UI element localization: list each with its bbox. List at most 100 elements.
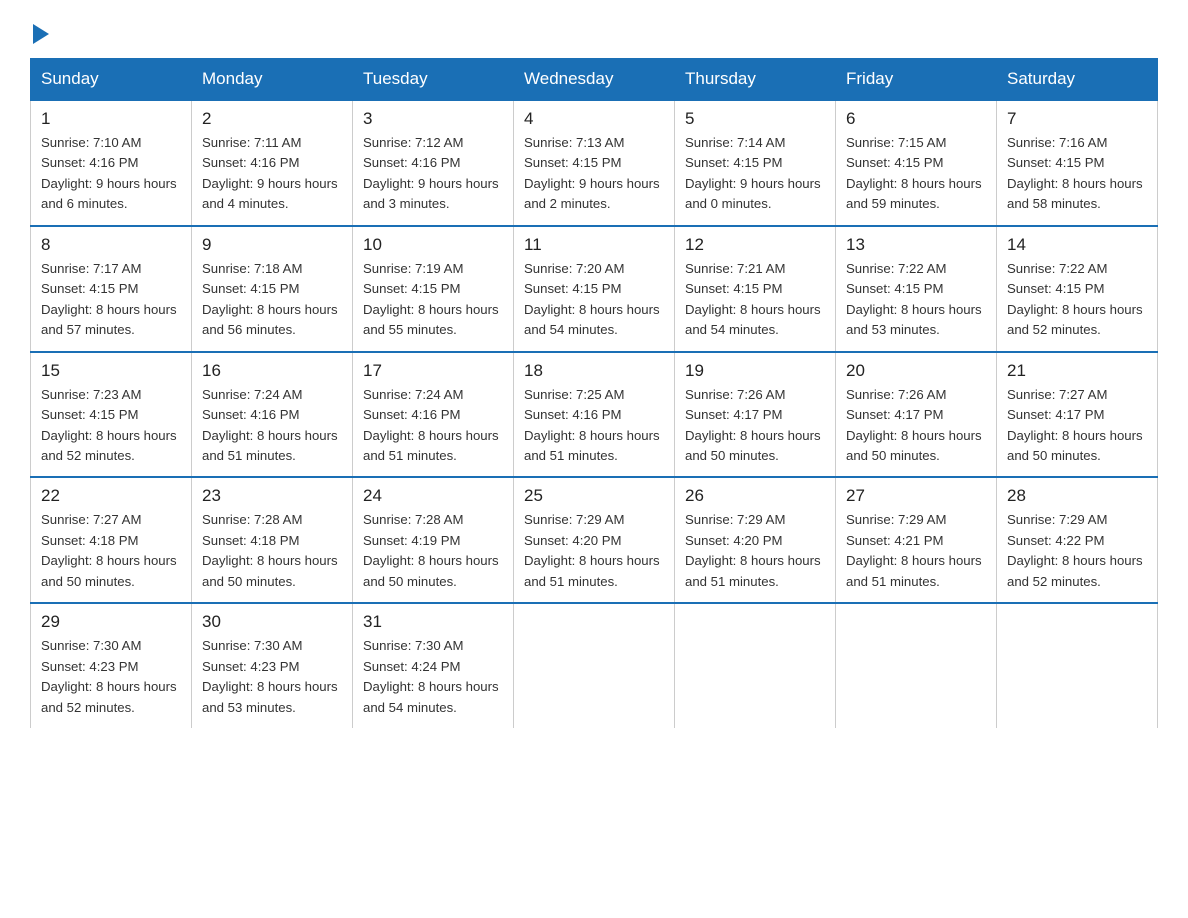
- day-info: Sunrise: 7:13 AMSunset: 4:15 PMDaylight:…: [524, 133, 664, 215]
- day-number: 3: [363, 109, 503, 129]
- day-info: Sunrise: 7:10 AMSunset: 4:16 PMDaylight:…: [41, 133, 181, 215]
- calendar-empty-cell: [675, 603, 836, 728]
- day-number: 30: [202, 612, 342, 632]
- day-info: Sunrise: 7:18 AMSunset: 4:15 PMDaylight:…: [202, 259, 342, 341]
- day-number: 11: [524, 235, 664, 255]
- day-number: 8: [41, 235, 181, 255]
- day-number: 18: [524, 361, 664, 381]
- calendar-day-cell: 8 Sunrise: 7:17 AMSunset: 4:15 PMDayligh…: [31, 226, 192, 352]
- day-info: Sunrise: 7:22 AMSunset: 4:15 PMDaylight:…: [1007, 259, 1147, 341]
- day-number: 1: [41, 109, 181, 129]
- weekday-header-monday: Monday: [192, 59, 353, 101]
- day-number: 28: [1007, 486, 1147, 506]
- day-info: Sunrise: 7:26 AMSunset: 4:17 PMDaylight:…: [846, 385, 986, 467]
- calendar-day-cell: 3 Sunrise: 7:12 AMSunset: 4:16 PMDayligh…: [353, 100, 514, 226]
- weekday-header-wednesday: Wednesday: [514, 59, 675, 101]
- calendar-day-cell: 23 Sunrise: 7:28 AMSunset: 4:18 PMDaylig…: [192, 477, 353, 603]
- day-info: Sunrise: 7:30 AMSunset: 4:23 PMDaylight:…: [41, 636, 181, 718]
- calendar-empty-cell: [514, 603, 675, 728]
- calendar-week-row: 29 Sunrise: 7:30 AMSunset: 4:23 PMDaylig…: [31, 603, 1158, 728]
- day-number: 26: [685, 486, 825, 506]
- calendar-day-cell: 31 Sunrise: 7:30 AMSunset: 4:24 PMDaylig…: [353, 603, 514, 728]
- calendar-day-cell: 26 Sunrise: 7:29 AMSunset: 4:20 PMDaylig…: [675, 477, 836, 603]
- calendar-day-cell: 18 Sunrise: 7:25 AMSunset: 4:16 PMDaylig…: [514, 352, 675, 478]
- day-number: 21: [1007, 361, 1147, 381]
- day-info: Sunrise: 7:28 AMSunset: 4:18 PMDaylight:…: [202, 510, 342, 592]
- calendar-day-cell: 16 Sunrise: 7:24 AMSunset: 4:16 PMDaylig…: [192, 352, 353, 478]
- day-number: 17: [363, 361, 503, 381]
- day-number: 24: [363, 486, 503, 506]
- calendar-week-row: 22 Sunrise: 7:27 AMSunset: 4:18 PMDaylig…: [31, 477, 1158, 603]
- day-info: Sunrise: 7:27 AMSunset: 4:17 PMDaylight:…: [1007, 385, 1147, 467]
- calendar-day-cell: 24 Sunrise: 7:28 AMSunset: 4:19 PMDaylig…: [353, 477, 514, 603]
- calendar-day-cell: 10 Sunrise: 7:19 AMSunset: 4:15 PMDaylig…: [353, 226, 514, 352]
- calendar-day-cell: 20 Sunrise: 7:26 AMSunset: 4:17 PMDaylig…: [836, 352, 997, 478]
- day-info: Sunrise: 7:11 AMSunset: 4:16 PMDaylight:…: [202, 133, 342, 215]
- day-number: 16: [202, 361, 342, 381]
- day-number: 23: [202, 486, 342, 506]
- calendar-day-cell: 4 Sunrise: 7:13 AMSunset: 4:15 PMDayligh…: [514, 100, 675, 226]
- day-number: 15: [41, 361, 181, 381]
- day-number: 10: [363, 235, 503, 255]
- day-info: Sunrise: 7:16 AMSunset: 4:15 PMDaylight:…: [1007, 133, 1147, 215]
- day-number: 7: [1007, 109, 1147, 129]
- calendar-day-cell: 29 Sunrise: 7:30 AMSunset: 4:23 PMDaylig…: [31, 603, 192, 728]
- calendar-day-cell: 14 Sunrise: 7:22 AMSunset: 4:15 PMDaylig…: [997, 226, 1158, 352]
- day-number: 31: [363, 612, 503, 632]
- day-info: Sunrise: 7:26 AMSunset: 4:17 PMDaylight:…: [685, 385, 825, 467]
- weekday-header-row: SundayMondayTuesdayWednesdayThursdayFrid…: [31, 59, 1158, 101]
- calendar-day-cell: 13 Sunrise: 7:22 AMSunset: 4:15 PMDaylig…: [836, 226, 997, 352]
- weekday-header-tuesday: Tuesday: [353, 59, 514, 101]
- calendar-day-cell: 25 Sunrise: 7:29 AMSunset: 4:20 PMDaylig…: [514, 477, 675, 603]
- day-number: 2: [202, 109, 342, 129]
- day-info: Sunrise: 7:30 AMSunset: 4:24 PMDaylight:…: [363, 636, 503, 718]
- day-info: Sunrise: 7:21 AMSunset: 4:15 PMDaylight:…: [685, 259, 825, 341]
- day-number: 19: [685, 361, 825, 381]
- logo-arrow-icon: [33, 24, 49, 44]
- calendar-day-cell: 22 Sunrise: 7:27 AMSunset: 4:18 PMDaylig…: [31, 477, 192, 603]
- day-number: 9: [202, 235, 342, 255]
- calendar-empty-cell: [836, 603, 997, 728]
- calendar-day-cell: 1 Sunrise: 7:10 AMSunset: 4:16 PMDayligh…: [31, 100, 192, 226]
- calendar-day-cell: 11 Sunrise: 7:20 AMSunset: 4:15 PMDaylig…: [514, 226, 675, 352]
- calendar-day-cell: 19 Sunrise: 7:26 AMSunset: 4:17 PMDaylig…: [675, 352, 836, 478]
- day-info: Sunrise: 7:25 AMSunset: 4:16 PMDaylight:…: [524, 385, 664, 467]
- day-info: Sunrise: 7:17 AMSunset: 4:15 PMDaylight:…: [41, 259, 181, 341]
- day-number: 12: [685, 235, 825, 255]
- day-info: Sunrise: 7:14 AMSunset: 4:15 PMDaylight:…: [685, 133, 825, 215]
- day-number: 4: [524, 109, 664, 129]
- day-info: Sunrise: 7:22 AMSunset: 4:15 PMDaylight:…: [846, 259, 986, 341]
- calendar-empty-cell: [997, 603, 1158, 728]
- calendar-day-cell: 17 Sunrise: 7:24 AMSunset: 4:16 PMDaylig…: [353, 352, 514, 478]
- calendar-day-cell: 28 Sunrise: 7:29 AMSunset: 4:22 PMDaylig…: [997, 477, 1158, 603]
- page-header: [30, 20, 1158, 40]
- day-info: Sunrise: 7:12 AMSunset: 4:16 PMDaylight:…: [363, 133, 503, 215]
- day-number: 29: [41, 612, 181, 632]
- day-number: 14: [1007, 235, 1147, 255]
- day-info: Sunrise: 7:20 AMSunset: 4:15 PMDaylight:…: [524, 259, 664, 341]
- day-number: 22: [41, 486, 181, 506]
- day-info: Sunrise: 7:29 AMSunset: 4:20 PMDaylight:…: [524, 510, 664, 592]
- day-number: 25: [524, 486, 664, 506]
- calendar-day-cell: 21 Sunrise: 7:27 AMSunset: 4:17 PMDaylig…: [997, 352, 1158, 478]
- day-number: 13: [846, 235, 986, 255]
- weekday-header-sunday: Sunday: [31, 59, 192, 101]
- day-info: Sunrise: 7:24 AMSunset: 4:16 PMDaylight:…: [363, 385, 503, 467]
- day-info: Sunrise: 7:27 AMSunset: 4:18 PMDaylight:…: [41, 510, 181, 592]
- day-info: Sunrise: 7:29 AMSunset: 4:22 PMDaylight:…: [1007, 510, 1147, 592]
- logo: [30, 20, 49, 40]
- calendar-day-cell: 30 Sunrise: 7:30 AMSunset: 4:23 PMDaylig…: [192, 603, 353, 728]
- day-info: Sunrise: 7:19 AMSunset: 4:15 PMDaylight:…: [363, 259, 503, 341]
- day-number: 27: [846, 486, 986, 506]
- day-number: 20: [846, 361, 986, 381]
- calendar-day-cell: 9 Sunrise: 7:18 AMSunset: 4:15 PMDayligh…: [192, 226, 353, 352]
- day-info: Sunrise: 7:30 AMSunset: 4:23 PMDaylight:…: [202, 636, 342, 718]
- calendar-week-row: 15 Sunrise: 7:23 AMSunset: 4:15 PMDaylig…: [31, 352, 1158, 478]
- day-number: 5: [685, 109, 825, 129]
- calendar-week-row: 1 Sunrise: 7:10 AMSunset: 4:16 PMDayligh…: [31, 100, 1158, 226]
- day-info: Sunrise: 7:29 AMSunset: 4:21 PMDaylight:…: [846, 510, 986, 592]
- calendar-day-cell: 15 Sunrise: 7:23 AMSunset: 4:15 PMDaylig…: [31, 352, 192, 478]
- weekday-header-friday: Friday: [836, 59, 997, 101]
- day-info: Sunrise: 7:29 AMSunset: 4:20 PMDaylight:…: [685, 510, 825, 592]
- calendar-day-cell: 12 Sunrise: 7:21 AMSunset: 4:15 PMDaylig…: [675, 226, 836, 352]
